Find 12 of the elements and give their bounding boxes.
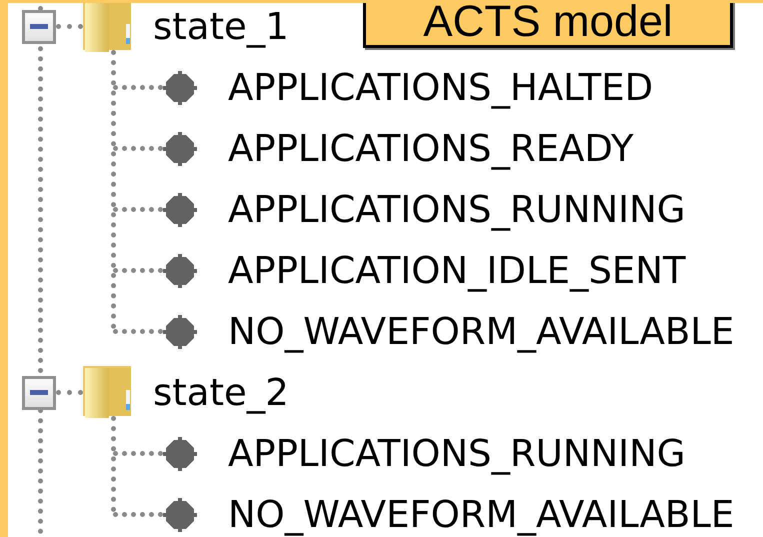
- model-label: ACTS model: [363, 3, 733, 48]
- bullet-icon: [163, 254, 197, 288]
- bullet-icon: [163, 498, 197, 532]
- bullet-icon: [163, 70, 197, 104]
- folder-icon: [83, 3, 133, 54]
- collapse-toggle[interactable]: [22, 376, 56, 410]
- collapse-toggle[interactable]: [22, 10, 56, 44]
- bullet-icon: [163, 314, 197, 348]
- bullet-icon: [163, 192, 197, 226]
- folder-icon: [83, 366, 133, 420]
- bullet-icon: [163, 436, 197, 470]
- bullet-icon: [163, 132, 197, 166]
